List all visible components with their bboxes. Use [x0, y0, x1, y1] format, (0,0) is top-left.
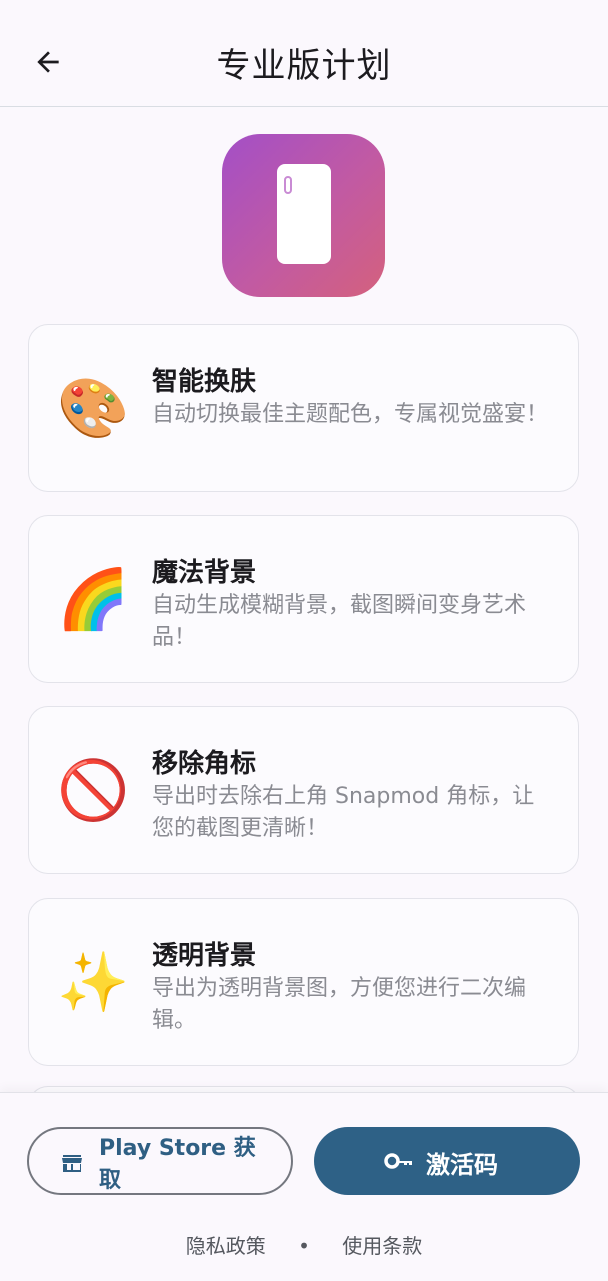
- activation-code-button[interactable]: 激活码: [314, 1127, 580, 1195]
- separator-dot: •: [298, 1234, 310, 1258]
- activation-code-label: 激活码: [426, 1151, 498, 1179]
- key-icon: [384, 1153, 412, 1169]
- palette-icon: 🎨: [57, 374, 130, 442]
- play-store-label: Play Store 获取: [99, 1136, 256, 1193]
- feature-description: 自动生成模糊背景，截图瞬间变身艺术品！: [152, 593, 527, 650]
- feature-title: 透明背景: [152, 941, 257, 971]
- feature-title: 移除角标: [152, 749, 257, 779]
- privacy-policy-link[interactable]: 隐私政策: [186, 1230, 266, 1259]
- feature-card-transparent-background: ✨ 透明背景 导出为透明背景图，方便您进行二次编辑。: [28, 898, 579, 1066]
- app-bar: 专业版计划: [0, 0, 608, 107]
- feature-card-smart-theme: 🎨 智能换肤 自动切换最佳主题配色，专属视觉盛宴！: [28, 324, 579, 492]
- footer-links: 隐私政策 • 使用条款: [0, 1230, 608, 1259]
- feature-card-remove-badge: 🚫 移除角标 导出时去除右上角 Snapmod 角标，让您的截图更清晰！: [28, 706, 579, 874]
- prohibited-icon: 🚫: [57, 756, 130, 824]
- feature-title: 魔法背景: [152, 558, 257, 588]
- feature-description: 导出时去除右上角 Snapmod 角标，让您的截图更清晰！: [152, 784, 535, 841]
- page-title: 专业版计划: [216, 46, 392, 86]
- feature-description: 自动切换最佳主题配色，专属视觉盛宴！: [152, 402, 549, 427]
- play-store-button[interactable]: Play Store 获取: [27, 1127, 293, 1195]
- terms-of-use-link[interactable]: 使用条款: [342, 1230, 422, 1259]
- app-logo: [222, 134, 385, 297]
- feature-title: 智能换肤: [152, 367, 257, 397]
- sparkles-icon: ✨: [57, 948, 130, 1016]
- store-icon: [62, 1155, 82, 1172]
- camera-icon: [284, 176, 292, 194]
- rainbow-icon: 🌈: [57, 565, 130, 633]
- feature-description: 导出为透明背景图，方便您进行二次编辑。: [152, 976, 527, 1033]
- feature-card-magic-background: 🌈 魔法背景 自动生成模糊背景，截图瞬间变身艺术品！: [28, 515, 579, 683]
